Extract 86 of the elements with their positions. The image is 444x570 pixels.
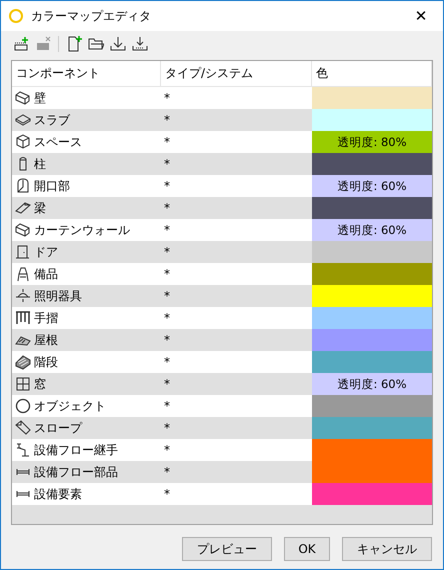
color-swatch[interactable]: 透明度: 80%: [312, 131, 432, 153]
type-cell: *: [164, 267, 170, 281]
box-icon: [15, 90, 31, 106]
cube-icon: [15, 134, 31, 150]
type-cell: *: [164, 311, 170, 325]
type-cell: *: [164, 201, 170, 215]
window-icon: [15, 376, 31, 392]
dialog-button[interactable]: キャンセル: [342, 537, 432, 561]
ramp-icon: [15, 420, 31, 436]
type-cell: *: [164, 421, 170, 435]
color-swatch[interactable]: [312, 351, 432, 373]
download-tray-icon[interactable]: [132, 36, 148, 52]
dialog-button[interactable]: OK: [284, 537, 330, 561]
type-cell: *: [164, 179, 170, 193]
component-name: 階段: [34, 354, 58, 370]
color-swatch[interactable]: [312, 395, 432, 417]
opening-icon: [15, 178, 31, 194]
type-cell: *: [164, 487, 170, 501]
download-icon[interactable]: [110, 36, 126, 52]
color-swatch[interactable]: [312, 153, 432, 175]
color-swatch[interactable]: [312, 417, 432, 439]
component-name: 設備フロー継手: [34, 442, 118, 458]
color-swatch[interactable]: [312, 461, 432, 483]
color-swatch[interactable]: [312, 241, 432, 263]
type-cell: *: [164, 333, 170, 347]
component-name: 梁: [34, 200, 46, 216]
type-cell: *: [164, 135, 170, 149]
type-cell: *: [164, 399, 170, 413]
app-icon: [9, 9, 23, 23]
component-name: スロープ: [34, 420, 82, 436]
color-swatch[interactable]: [312, 329, 432, 351]
close-button[interactable]: ✕: [399, 1, 443, 31]
color-swatch[interactable]: [312, 439, 432, 461]
railing-icon: [15, 310, 31, 326]
window-title: カラーマップエディタ: [31, 8, 152, 24]
door-icon: [15, 244, 31, 260]
circle-icon: [15, 398, 31, 414]
type-cell: *: [164, 465, 170, 479]
type-cell: *: [164, 289, 170, 303]
pipe-fitting-icon: [15, 442, 31, 458]
color-swatch[interactable]: [312, 263, 432, 285]
color-swatch[interactable]: [312, 307, 432, 329]
type-cell: *: [164, 91, 170, 105]
type-cell: *: [164, 157, 170, 171]
component-name: 壁: [34, 90, 46, 106]
component-name: 手摺: [34, 310, 58, 326]
color-swatch[interactable]: [312, 109, 432, 131]
component-name: 窓: [34, 376, 46, 392]
component-name: 備品: [34, 266, 58, 282]
component-name: 設備フロー部品: [34, 464, 118, 480]
type-cell: *: [164, 245, 170, 259]
color-swatch[interactable]: [312, 285, 432, 307]
slab-icon: [15, 112, 31, 128]
column-header[interactable]: 色: [312, 61, 432, 86]
component-name: 設備要素: [34, 486, 82, 502]
folder-icon[interactable]: [88, 36, 104, 52]
component-name: ドア: [34, 244, 58, 260]
color-swatch[interactable]: 透明度: 60%: [312, 373, 432, 395]
dialog-button[interactable]: プレビュー: [182, 537, 272, 561]
color-swatch[interactable]: 透明度: 60%: [312, 175, 432, 197]
stair-icon: [15, 354, 31, 370]
component-name: 開口部: [34, 178, 70, 194]
component-name: オブジェクト: [34, 398, 106, 414]
lamp-icon: [15, 288, 31, 304]
column-header[interactable]: コンポーネント: [12, 61, 161, 86]
column-header[interactable]: タイプ/システム: [161, 61, 312, 86]
component-name: 照明器具: [34, 288, 82, 304]
chair-icon: [15, 266, 31, 282]
type-cell: *: [164, 113, 170, 127]
box-icon: [15, 222, 31, 238]
component-name: 柱: [34, 156, 46, 172]
component-name: 屋根: [34, 332, 58, 348]
beam-icon: [15, 200, 31, 216]
component-name: スペース: [34, 134, 82, 150]
color-swatch[interactable]: [312, 483, 432, 505]
type-cell: *: [164, 355, 170, 369]
color-swatch[interactable]: [312, 197, 432, 219]
add-row-icon[interactable]: [13, 36, 29, 52]
type-cell: *: [164, 377, 170, 391]
component-name: スラブ: [34, 112, 70, 128]
color-swatch[interactable]: [312, 87, 432, 109]
type-cell: *: [164, 223, 170, 237]
type-cell: *: [164, 443, 170, 457]
component-name: カーテンウォール: [34, 222, 130, 238]
color-swatch[interactable]: 透明度: 60%: [312, 219, 432, 241]
new-file-icon[interactable]: [66, 36, 82, 52]
